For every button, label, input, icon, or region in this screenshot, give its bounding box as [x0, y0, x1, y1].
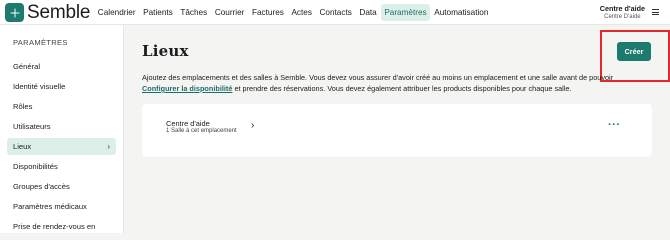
- nav-taches[interactable]: Tâches: [177, 4, 211, 21]
- sidebar-item-label: Utilisateurs: [13, 122, 51, 131]
- account-switcher[interactable]: Centre d'aide Centre D'aide: [600, 4, 645, 22]
- sidebar-item-identite-visuelle[interactable]: Identité visuelle: [7, 78, 116, 95]
- main-nav: Calendrier Patients Tâches Courrier Fact…: [94, 4, 492, 21]
- nav-data[interactable]: Data: [356, 4, 381, 21]
- location-card[interactable]: Centre d'aide 1 Salle à cet emplacement …: [142, 104, 652, 157]
- sidebar-item-label: Identité visuelle: [13, 82, 66, 91]
- sidebar-item-disponibilites[interactable]: Disponibilités: [7, 158, 116, 175]
- sidebar-heading: PARAMÈTRES: [13, 38, 68, 47]
- location-room-count: 1 Salle à cet emplacement: [166, 128, 237, 134]
- sidebar-item-groupes-acces[interactable]: Groupes d'accès: [7, 178, 116, 195]
- nav-contacts[interactable]: Contacts: [316, 4, 356, 21]
- description-line-2: Configurer la disponibilité et prendre d…: [142, 83, 642, 94]
- nav-factures[interactable]: Factures: [248, 4, 287, 21]
- sidebar-item-general[interactable]: Général: [7, 58, 116, 75]
- create-location-button[interactable]: Créer: [617, 42, 651, 61]
- description-line-1: Ajoutez des emplacements et des salles à…: [142, 73, 614, 82]
- nav-courrier[interactable]: Courrier: [211, 4, 248, 21]
- nav-automatisation[interactable]: Automatisation: [430, 4, 492, 21]
- nav-patients[interactable]: Patients: [139, 4, 176, 21]
- sidebar-item-label: Lieux: [13, 142, 32, 151]
- account-title: Centre d'aide: [599, 4, 645, 13]
- nav-calendrier[interactable]: Calendrier: [94, 4, 139, 21]
- settings-sidebar: PARAMÈTRES Général Identité visuelle Rôl…: [0, 25, 124, 233]
- sidebar-item-prise-de-rendez-vous[interactable]: Prise de rendez-vous en: [7, 218, 116, 235]
- description-continuation: et prendre des réservations. Vous devez …: [234, 84, 572, 93]
- nav-parametres[interactable]: Paramètres: [380, 4, 431, 21]
- account-subtitle: Centre D'aide: [604, 14, 641, 20]
- sidebar-item-roles[interactable]: Rôles: [7, 98, 116, 115]
- sidebar-item-label: Groupes d'accès: [13, 182, 70, 191]
- sidebar-item-label: Disponibilités: [13, 162, 58, 171]
- chevron-right-icon[interactable]: ›: [251, 121, 254, 131]
- sidebar-item-label: Rôles: [13, 102, 33, 111]
- location-name: Centre d'aide: [166, 119, 210, 128]
- page-title: Lieux: [142, 42, 189, 60]
- semble-logo[interactable]: Semble: [5, 3, 90, 22]
- nav-actes[interactable]: Actes: [288, 4, 316, 21]
- sidebar-item-lieux[interactable]: Lieux ›: [7, 138, 116, 155]
- brand-name: Semble: [27, 2, 91, 23]
- page-description: Ajoutez des emplacements et des salles à…: [142, 72, 642, 94]
- top-navigation-bar: Semble Calendrier Patients Tâches Courri…: [0, 0, 670, 25]
- configure-availability-link[interactable]: Configurer la disponibilité: [142, 84, 232, 93]
- sidebar-item-utilisateurs[interactable]: Utilisateurs: [7, 118, 116, 135]
- semble-logo-icon: [5, 3, 24, 22]
- sidebar-item-label: Paramètres médicaux: [13, 202, 87, 211]
- more-horizontal-icon[interactable]: ···: [608, 120, 621, 131]
- sidebar-item-label: Général: [13, 62, 41, 71]
- sidebar-item-parametres-medicaux[interactable]: Paramètres médicaux: [7, 198, 116, 215]
- sidebar-item-label: Prise de rendez-vous en: [13, 222, 96, 231]
- chevron-right-icon: ›: [107, 142, 110, 151]
- hamburger-menu-icon[interactable]: [652, 9, 659, 15]
